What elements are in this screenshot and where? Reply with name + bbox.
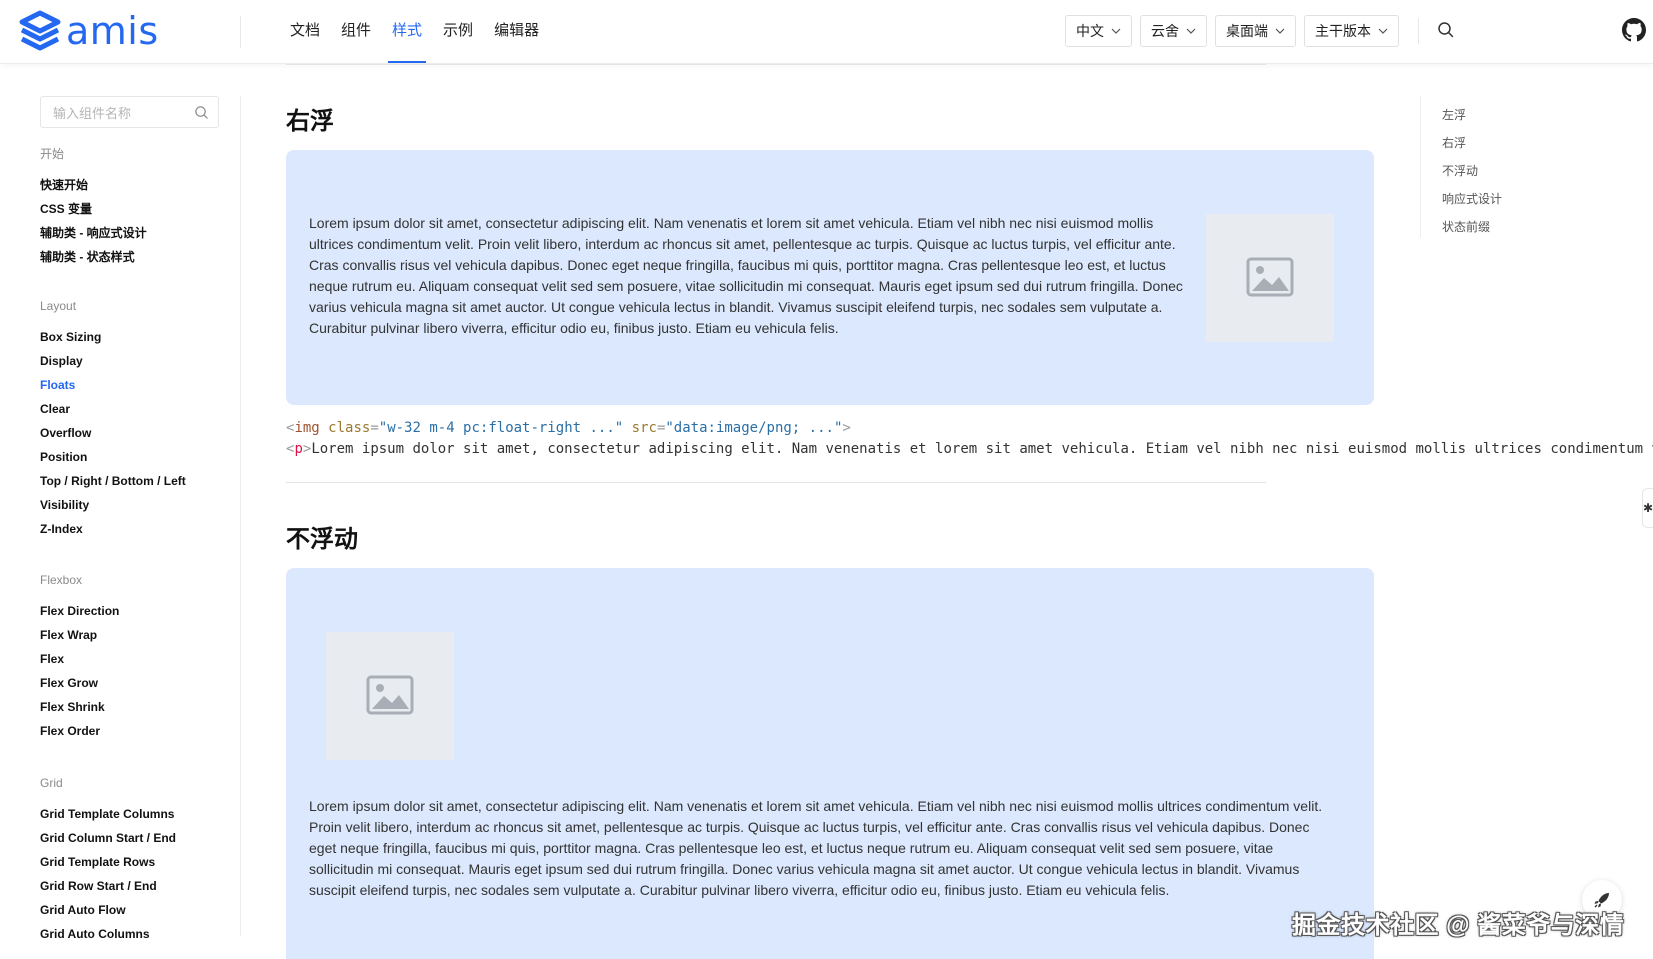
version-select[interactable]: 主干版本 xyxy=(1304,15,1399,47)
sidebar-item-flex-wrap[interactable]: Flex Wrap xyxy=(40,628,97,642)
sidebar-item-display[interactable]: Display xyxy=(40,354,83,368)
sidebar-item-grid-auto-flow[interactable]: Grid Auto Flow xyxy=(40,903,126,917)
sidebar-item-quick-start[interactable]: 快速开始 xyxy=(40,176,88,193)
toc-item-float-right[interactable]: 右浮 xyxy=(1442,134,1466,151)
search-icon[interactable] xyxy=(194,105,209,120)
toc-item-state-prefix[interactable]: 状态前缀 xyxy=(1442,218,1490,235)
nav-styles[interactable]: 样式 xyxy=(388,0,427,63)
header-selects: 中文 云舍 桌面端 主干版本 xyxy=(1065,15,1407,47)
language-select-value: 中文 xyxy=(1076,23,1104,39)
header-divider-right xyxy=(1418,18,1419,44)
nav-examples[interactable]: 示例 xyxy=(443,0,473,63)
image-placeholder xyxy=(326,632,454,760)
demo-paragraph: Lorem ipsum dolor sit amet, consectetur … xyxy=(309,798,1323,898)
platform-select-value: 桌面端 xyxy=(1226,23,1268,39)
sidebar-item-floats[interactable]: Floats xyxy=(40,378,75,392)
code-text: Lorem ipsum dolor sit amet, consectetur … xyxy=(311,441,1653,457)
nav-docs[interactable]: 文档 xyxy=(290,0,320,63)
code-attr-name: class xyxy=(328,420,371,436)
nav-components[interactable]: 组件 xyxy=(341,0,371,63)
section-title-no-float: 不浮动 xyxy=(286,526,358,553)
code-token: = xyxy=(370,420,379,436)
sidebar-divider xyxy=(240,96,241,936)
image-placeholder-icon xyxy=(366,675,414,715)
code-attr-value: "data:image/png; ..." xyxy=(665,420,843,436)
nav-editor[interactable]: 编辑器 xyxy=(494,0,539,63)
toc-item-responsive[interactable]: 响应式设计 xyxy=(1442,190,1502,207)
github-icon[interactable] xyxy=(1622,18,1646,42)
code-attr-value: "w-32 m-4 pc:float-right ..." xyxy=(378,420,624,436)
sidebar-item-flex-order[interactable]: Flex Order xyxy=(40,724,100,738)
code-attr-name: src xyxy=(631,420,657,436)
top-header: amis 文档 组件 样式 示例 编辑器 中文 云舍 桌面端 主干版本 xyxy=(0,0,1653,64)
sidebar-item-top-right-bottom-left[interactable]: Top / Right / Bottom / Left xyxy=(40,474,186,488)
sidebar-item-responsive[interactable]: 辅助类 - 响应式设计 xyxy=(40,224,147,241)
image-placeholder-icon xyxy=(1246,257,1294,297)
sidebar-group-flexbox: Flexbox xyxy=(40,573,83,587)
sidebar-item-clear[interactable]: Clear xyxy=(40,402,70,416)
sidebar-item-flex-grow[interactable]: Flex Grow xyxy=(40,676,98,690)
sidebar-item-grid-column-start-end[interactable]: Grid Column Start / End xyxy=(40,831,176,845)
chevron-down-icon xyxy=(1275,28,1285,34)
sidebar-item-state-styles[interactable]: 辅助类 - 状态样式 xyxy=(40,248,135,265)
sidebar-group-start: 开始 xyxy=(40,147,65,161)
search-icon[interactable] xyxy=(1436,20,1456,40)
chevron-down-icon xyxy=(1186,28,1196,34)
sidebar-item-flex-shrink[interactable]: Flex Shrink xyxy=(40,700,105,714)
toc-item-float-left[interactable]: 左浮 xyxy=(1442,106,1466,123)
sidebar-item-visibility[interactable]: Visibility xyxy=(40,498,89,512)
side-drawer-handle[interactable]: ✱ xyxy=(1642,488,1653,528)
component-search-input[interactable] xyxy=(51,97,195,129)
chevron-down-icon xyxy=(1111,28,1121,34)
code-tag-name: img xyxy=(294,420,320,436)
code-snippet: <img class="w-32 m-4 pc:float-right ..."… xyxy=(286,418,1653,460)
language-select[interactable]: 中文 xyxy=(1065,15,1132,47)
image-placeholder xyxy=(1206,214,1334,342)
theme-select[interactable]: 云舍 xyxy=(1140,15,1207,47)
code-tag-name: p xyxy=(294,441,303,457)
section-divider xyxy=(286,482,1266,483)
sidebar-item-overflow[interactable]: Overflow xyxy=(40,426,91,440)
sidebar-item-flex[interactable]: Flex xyxy=(40,652,64,666)
demo-float-right: Lorem ipsum dolor sit amet, consectetur … xyxy=(286,150,1374,405)
sidebar-item-css-variables[interactable]: CSS 变量 xyxy=(40,200,92,217)
sidebar-item-grid-template-rows[interactable]: Grid Template Rows xyxy=(40,855,155,869)
sidebar-item-grid-template-columns[interactable]: Grid Template Columns xyxy=(40,807,174,821)
section-divider xyxy=(286,64,1266,65)
amis-logo-icon xyxy=(19,10,61,51)
main-nav: 文档 组件 样式 示例 编辑器 xyxy=(290,0,560,63)
sidebar-item-grid-row-start-end[interactable]: Grid Row Start / End xyxy=(40,879,157,893)
chevron-down-icon xyxy=(1378,28,1388,34)
sidebar-group-grid: Grid xyxy=(40,776,63,790)
sidebar-item-grid-auto-columns[interactable]: Grid Auto Columns xyxy=(40,927,150,941)
sidebar-item-box-sizing[interactable]: Box Sizing xyxy=(40,330,101,344)
sidebar-item-z-index[interactable]: Z-Index xyxy=(40,522,83,536)
demo-no-float: Lorem ipsum dolor sit amet, consectetur … xyxy=(286,568,1374,959)
sidebar-item-position[interactable]: Position xyxy=(40,450,87,464)
section-title-float-right: 右浮 xyxy=(286,108,334,135)
logo-text: amis xyxy=(66,9,159,53)
amis-logo[interactable]: amis xyxy=(18,10,159,52)
theme-select-value: 云舍 xyxy=(1151,23,1179,39)
sidebar-group-layout: Layout xyxy=(40,299,77,313)
code-token: > xyxy=(842,420,851,436)
component-search[interactable] xyxy=(40,96,219,129)
toc-divider xyxy=(1420,96,1421,238)
sidebar-item-flex-direction[interactable]: Flex Direction xyxy=(40,604,119,618)
version-select-value: 主干版本 xyxy=(1315,23,1371,39)
demo-paragraph: Lorem ipsum dolor sit amet, consectetur … xyxy=(309,215,1183,336)
watermark: 掘金技术社区 @ 酱菜爷与深情 xyxy=(1292,912,1625,939)
toc-item-no-float[interactable]: 不浮动 xyxy=(1442,162,1478,179)
header-divider xyxy=(240,16,241,48)
platform-select[interactable]: 桌面端 xyxy=(1215,15,1296,47)
